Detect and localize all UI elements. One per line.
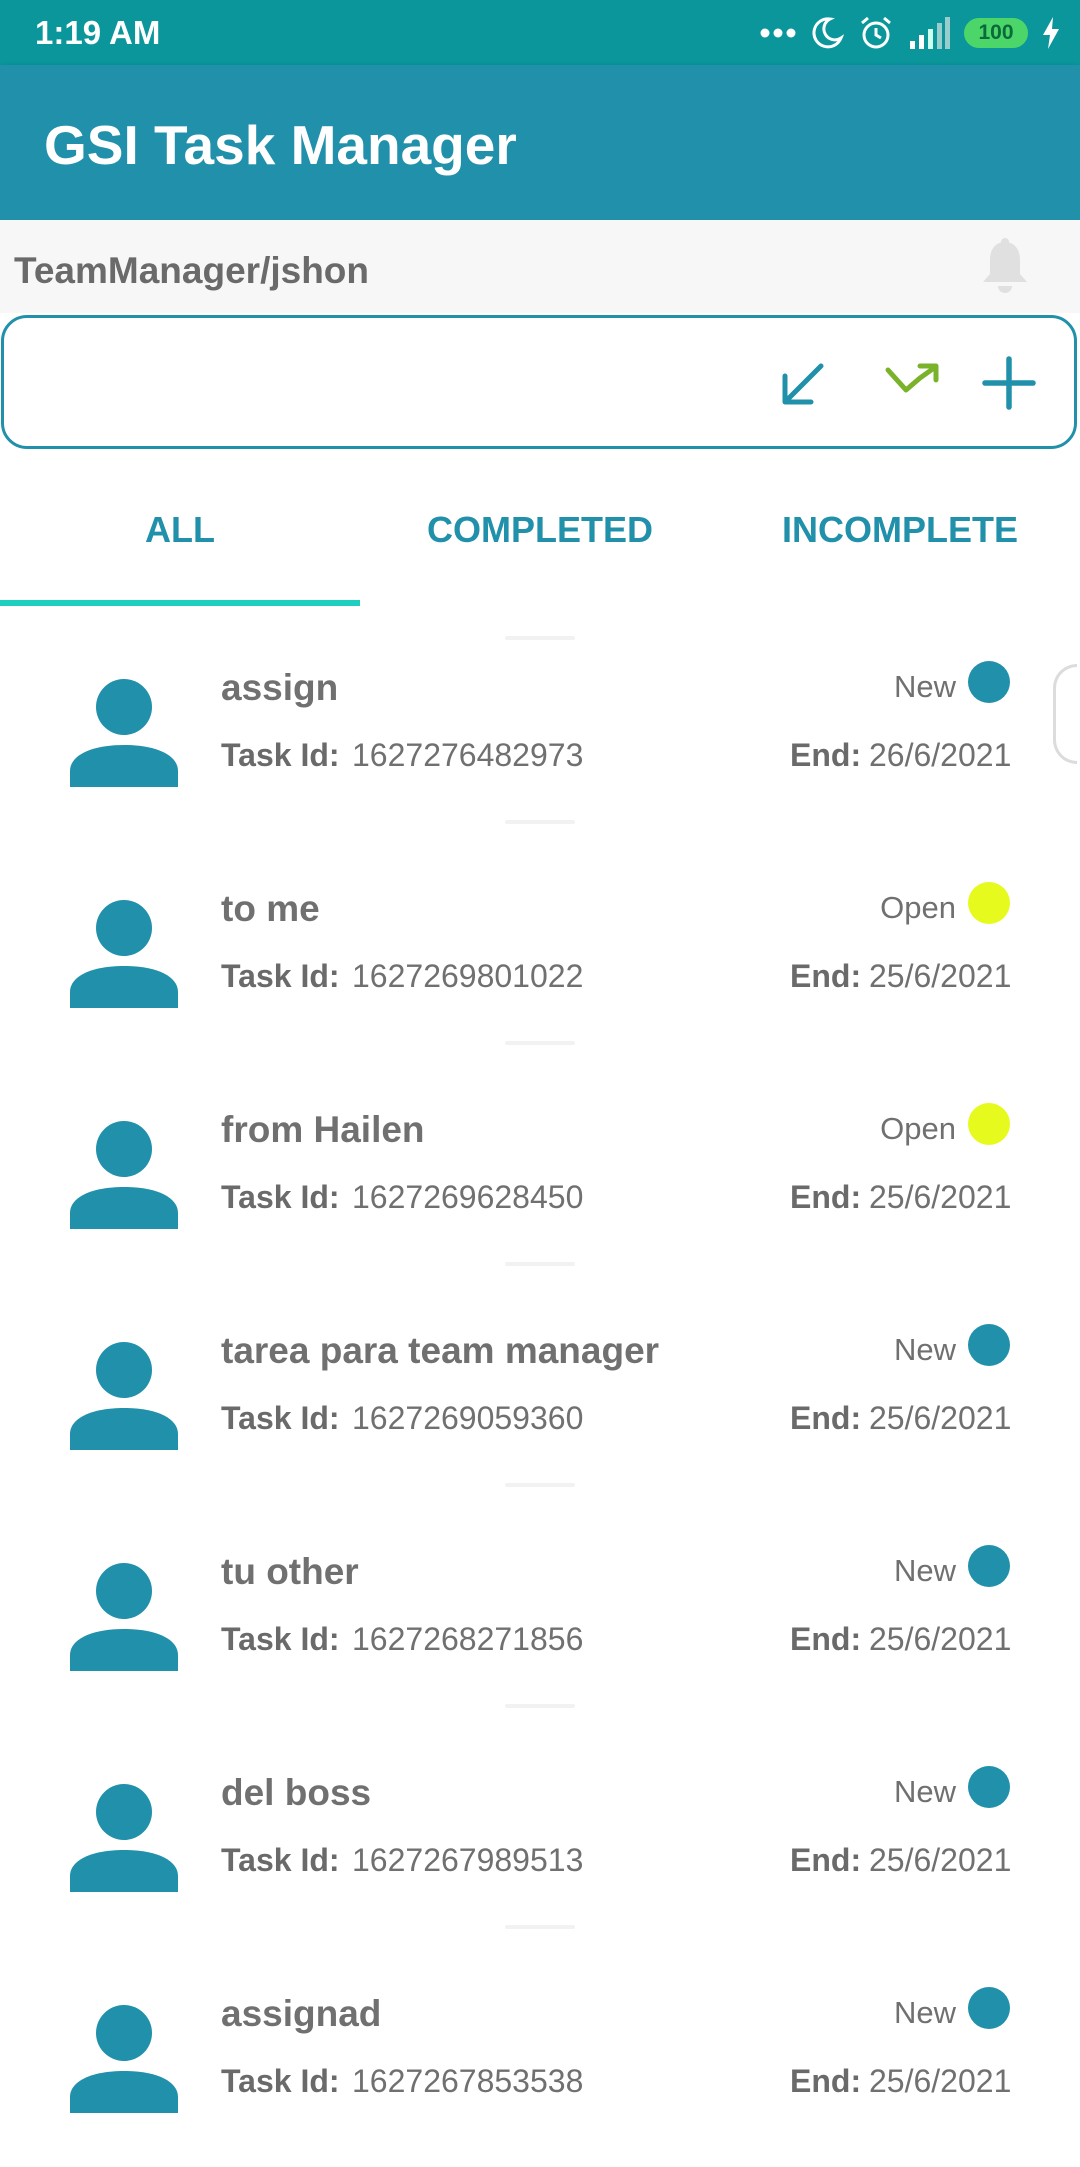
task-row[interactable]: assign Task Id: 1627276482973 New End: 2… <box>0 620 1080 841</box>
user-avatar-icon <box>68 1117 180 1234</box>
end-date: 25/6/2021 <box>869 1621 1012 1657</box>
status-icons: 100 <box>760 10 1060 55</box>
end-date: 26/6/2021 <box>869 737 1012 773</box>
task-id-value: 1627268271856 <box>352 1621 584 1657</box>
status-dot-icon <box>968 1987 1010 2029</box>
task-id-value: 1627269628450 <box>352 1179 584 1215</box>
end-date: 25/6/2021 <box>869 958 1012 994</box>
status-dot-icon <box>968 1103 1010 1145</box>
end-date: 25/6/2021 <box>869 1400 1012 1436</box>
user-header: TeamManager/jshon <box>0 220 1080 313</box>
user-avatar-icon <box>68 2001 180 2118</box>
task-id-label: Task Id: <box>221 2063 340 2099</box>
task-row[interactable]: tarea para team manager Task Id: 1627269… <box>0 1283 1080 1504</box>
user-avatar-icon <box>68 1780 180 1897</box>
end-date: 25/6/2021 <box>869 1179 1012 1215</box>
end-label: End: <box>790 1400 862 1436</box>
task-id-value: 1627267989513 <box>352 1842 584 1878</box>
status-dot-icon <box>968 1766 1010 1808</box>
end-label: End: <box>790 958 862 994</box>
divider <box>505 1262 575 1266</box>
divider <box>505 1925 575 1929</box>
end-label: End: <box>790 1621 862 1657</box>
divider <box>505 1483 575 1487</box>
task-row[interactable]: from Hailen Task Id: 1627269628450 Open … <box>0 1062 1080 1283</box>
user-path: TeamManager/jshon <box>14 250 370 291</box>
status-dot-icon <box>968 1545 1010 1587</box>
tab-completed[interactable]: COMPLETED <box>360 460 720 600</box>
signal-icon <box>908 16 950 49</box>
scroll-handle[interactable] <box>1053 664 1077 764</box>
divider <box>505 636 575 640</box>
task-id-label: Task Id: <box>221 1400 340 1436</box>
status-dot-icon <box>968 882 1010 924</box>
end-label: End: <box>790 1842 862 1878</box>
task-title: tarea para team manager <box>221 1330 660 1371</box>
task-title: assign <box>221 667 339 708</box>
status-time: 1:19 AM <box>35 14 161 51</box>
end-label: End: <box>790 1179 862 1215</box>
task-id-label: Task Id: <box>221 737 340 773</box>
action-bar <box>1 315 1077 449</box>
task-row[interactable]: del boss Task Id: 1627267989513 New End:… <box>0 1725 1080 1946</box>
status-label: New <box>893 1995 956 2030</box>
task-title: to me <box>221 888 320 929</box>
task-id-label: Task Id: <box>221 1842 340 1878</box>
task-row[interactable]: assignad Task Id: 1627267853538 New End:… <box>0 1946 1080 2167</box>
divider <box>505 1041 575 1045</box>
battery-icon: 100 <box>964 17 1028 48</box>
tab-incomplete[interactable]: INCOMPLETE <box>720 460 1080 600</box>
task-id-value: 1627276482973 <box>352 737 584 773</box>
user-avatar-icon <box>68 896 180 1013</box>
user-avatar-icon <box>68 1559 180 1676</box>
divider <box>505 1704 575 1708</box>
task-title: from Hailen <box>221 1109 425 1150</box>
bell-icon[interactable] <box>978 238 1032 301</box>
status-label: New <box>893 1774 956 1809</box>
end-date: 25/6/2021 <box>869 1842 1012 1878</box>
end-date: 25/6/2021 <box>869 2063 1012 2099</box>
task-id-label: Task Id: <box>221 1621 340 1657</box>
task-id-label: Task Id: <box>221 1179 340 1215</box>
user-avatar-icon <box>68 1338 180 1455</box>
status-dot-icon <box>968 1324 1010 1366</box>
tab-all[interactable]: ALL <box>0 460 360 600</box>
status-label: New <box>893 1332 956 1367</box>
status-label: New <box>893 669 956 704</box>
tab-indicator <box>0 600 360 606</box>
task-id-value: 1627267853538 <box>352 2063 584 2099</box>
status-dot-icon <box>968 661 1010 703</box>
charging-icon <box>1042 16 1060 49</box>
alarm-icon <box>858 15 894 51</box>
divider <box>505 820 575 824</box>
task-row[interactable]: to me Task Id: 1627269801022 Open End: 2… <box>0 841 1080 1062</box>
moon-icon <box>810 16 844 50</box>
app-title: GSI Task Manager <box>44 114 517 176</box>
user-avatar-icon <box>68 675 180 792</box>
task-row[interactable]: tu other Task Id: 1627268271856 New End:… <box>0 1504 1080 1725</box>
task-title: tu other <box>221 1551 359 1592</box>
task-id-value: 1627269059360 <box>352 1400 584 1436</box>
task-id-value: 1627269801022 <box>352 958 584 994</box>
tab-bar: ALL COMPLETED INCOMPLETE <box>0 460 1080 610</box>
status-label: Open <box>880 890 956 925</box>
status-bar: 1:19 AM 100 <box>0 0 1080 65</box>
trend-arrow-icon[interactable] <box>884 362 940 407</box>
arrow-down-left-icon[interactable] <box>779 360 827 413</box>
status-label: Open <box>880 1111 956 1146</box>
status-label: New <box>893 1553 956 1588</box>
app-bar: GSI Task Manager <box>0 65 1080 220</box>
plus-icon[interactable] <box>982 356 1036 415</box>
task-title: del boss <box>221 1772 372 1813</box>
task-title: assignad <box>221 1993 382 2034</box>
end-label: End: <box>790 737 862 773</box>
more-dots-icon <box>760 27 796 39</box>
task-id-label: Task Id: <box>221 958 340 994</box>
end-label: End: <box>790 2063 862 2099</box>
